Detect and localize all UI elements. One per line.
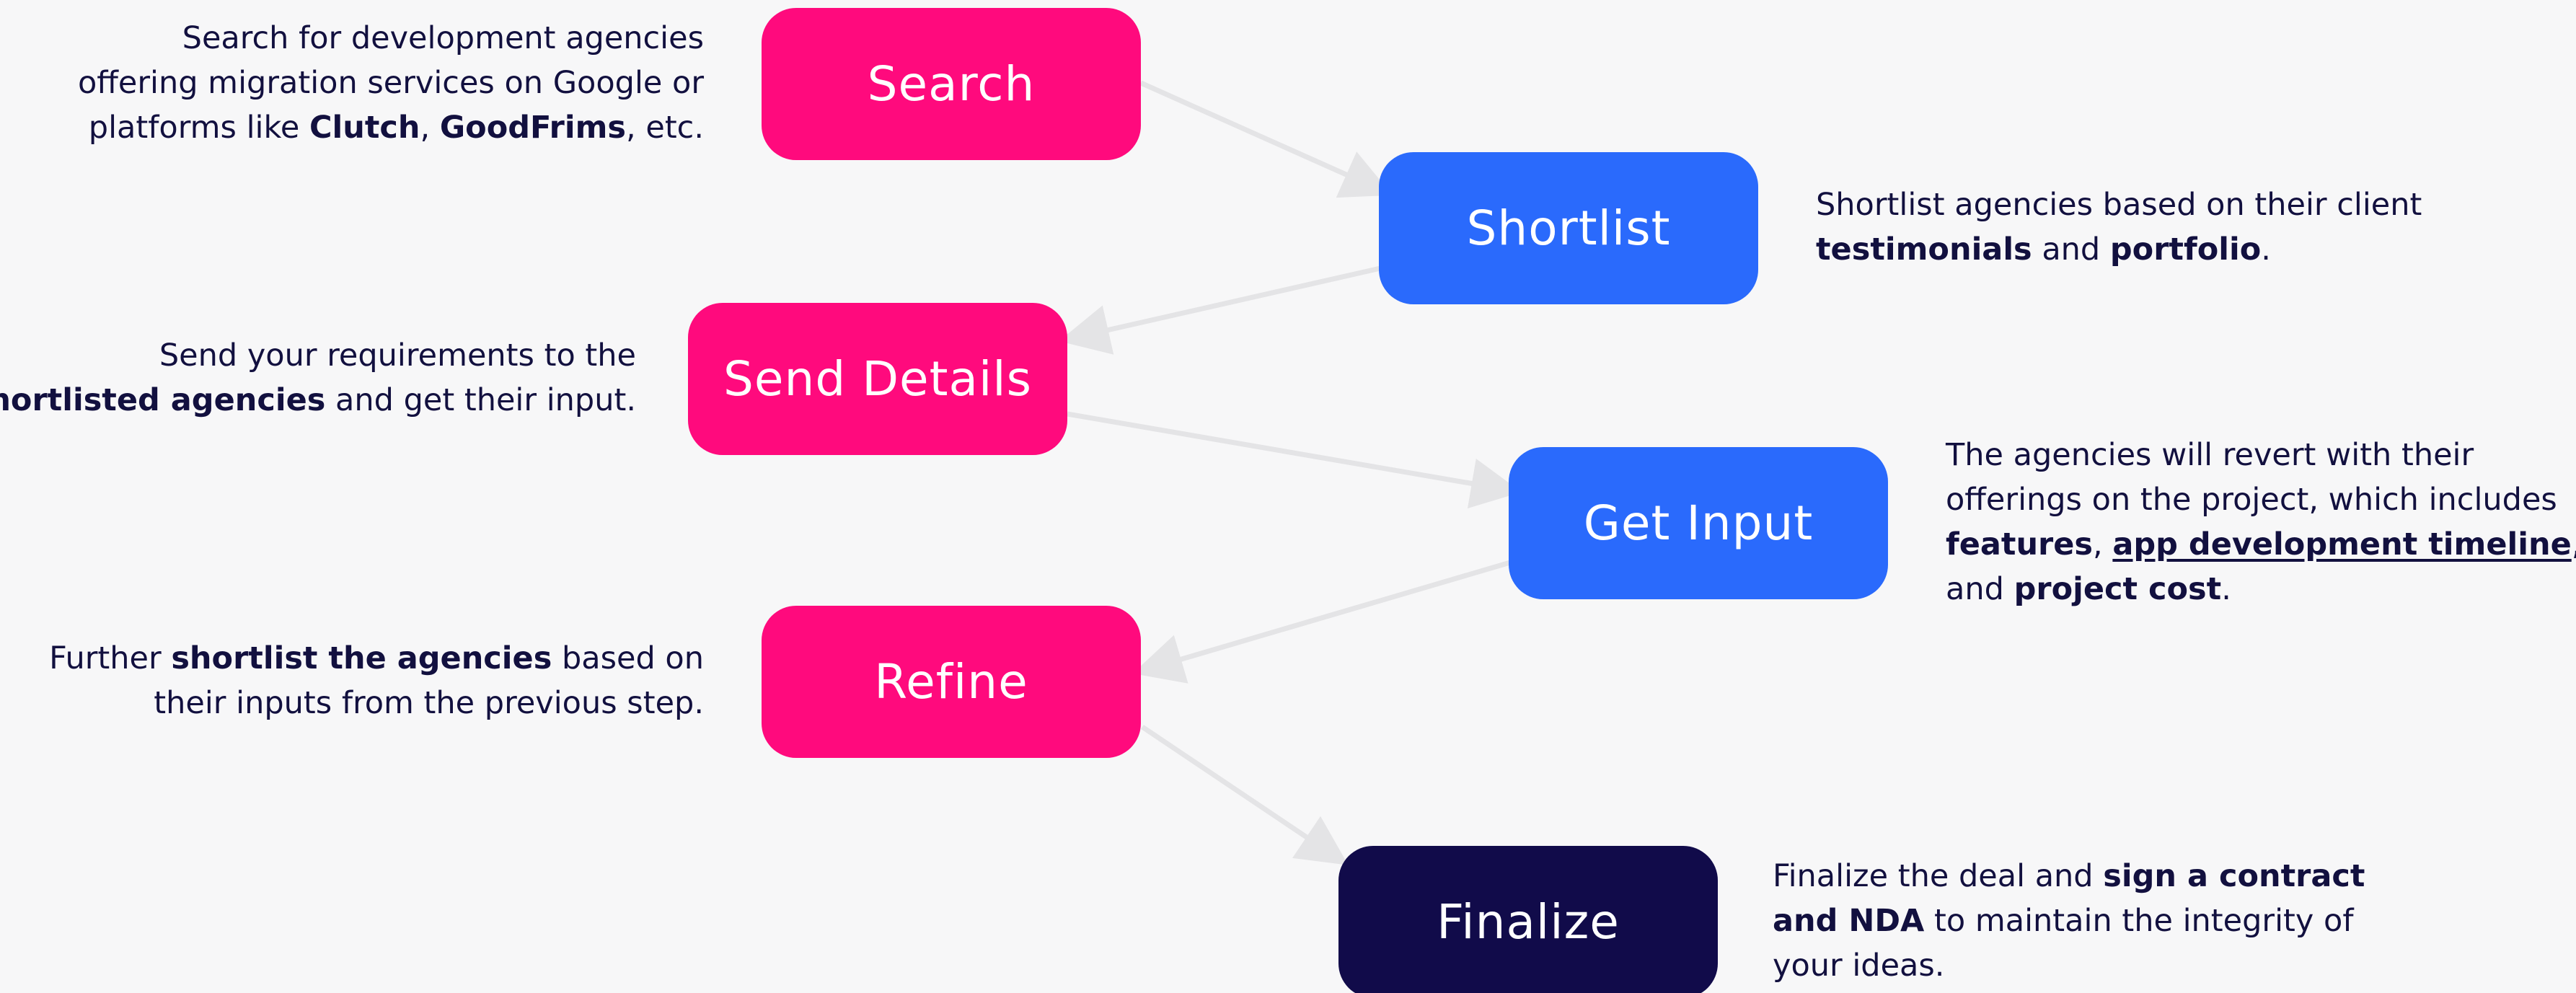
- step-finalize-label: Finalize: [1437, 894, 1620, 950]
- description-finalize-line-3: your ideas.: [1773, 948, 1945, 984]
- description-search-line-2: offering migration services on Google or: [77, 65, 704, 101]
- description-get-input-line-4: and project cost.: [1946, 567, 2576, 612]
- arrow-send-details-to-get-input: [1067, 411, 1522, 508]
- text-comma: ,: [2572, 526, 2576, 562]
- description-shortlist-line-1: Shortlist agencies based on their client: [1816, 187, 2422, 223]
- arrow-search-to-shortlist: [1139, 80, 1393, 198]
- description-get-input: The agencies will revert with their offe…: [1946, 433, 2576, 612]
- link-app-development-timeline[interactable]: app development timeline: [2112, 526, 2571, 562]
- text-platforms-like: platforms like: [88, 110, 309, 146]
- step-send-details-label: Send Details: [723, 351, 1032, 407]
- text-sign-a-contract: sign a contract: [2103, 858, 2365, 894]
- description-search: Search for development agencies offering…: [78, 16, 704, 150]
- text-shortlist-the-agencies: shortlist the agencies: [171, 640, 552, 676]
- description-get-input-line-3: features, app development timeline,: [1946, 522, 2576, 567]
- text-portfolio: portfolio: [2109, 231, 2262, 268]
- text-maintain-integrity: to maintain the integrity of: [1924, 903, 2354, 939]
- description-refine-line-2: their inputs from the previous step.: [154, 685, 704, 721]
- description-finalize-line-2: and NDA to maintain the integrity of: [1773, 899, 2365, 943]
- text-and: and: [2032, 231, 2110, 268]
- text-finalize-the-deal: Finalize the deal and: [1773, 858, 2104, 894]
- description-finalize: Finalize the deal and sign a contract an…: [1773, 854, 2365, 988]
- text-and-nda: and NDA: [1773, 903, 1925, 939]
- description-refine-line-1: Further shortlist the agencies based on: [49, 636, 704, 681]
- text-goodfrims: GoodFrims: [439, 110, 627, 146]
- text-period: .: [2261, 231, 2271, 268]
- description-shortlist-line-2: testimonials and portfolio.: [1816, 227, 2422, 272]
- step-get-input-label: Get Input: [1583, 495, 1814, 551]
- text-clutch: Clutch: [309, 110, 420, 146]
- step-search-label: Search: [867, 56, 1036, 112]
- text-shortlisted-agencies: shortlisted agencies: [0, 382, 326, 418]
- text-separator: ,: [2093, 526, 2113, 562]
- description-finalize-line-1: Finalize the deal and sign a contract: [1773, 854, 2365, 899]
- description-get-input-line-2: offerings on the project, which includes: [1946, 482, 2557, 518]
- description-refine: Further shortlist the agencies based on …: [49, 636, 704, 725]
- description-send-details-line-1: Send your requirements to the: [159, 337, 636, 374]
- step-shortlist: Shortlist: [1379, 152, 1758, 304]
- step-refine-label: Refine: [874, 654, 1028, 710]
- description-send-details-line-2: shortlisted agencies and get their input…: [0, 378, 636, 423]
- description-search-line-1: Search for development agencies: [182, 20, 704, 56]
- text-and: and: [1946, 571, 2014, 607]
- description-shortlist: Shortlist agencies based on their client…: [1816, 182, 2422, 272]
- description-search-line-3: platforms like Clutch, GoodFrims, etc.: [78, 105, 704, 150]
- text-get-input: and get their input.: [325, 382, 636, 418]
- arrow-get-input-to-refine: [1132, 560, 1511, 684]
- text-testimonials: testimonials: [1816, 231, 2032, 268]
- process-diagram: Search Shortlist Send Details Get Input …: [0, 0, 2576, 993]
- text-further: Further: [49, 640, 172, 676]
- step-refine: Refine: [762, 606, 1141, 758]
- text-separator: ,: [420, 110, 440, 146]
- step-shortlist-label: Shortlist: [1466, 200, 1671, 256]
- description-get-input-line-1: The agencies will revert with their: [1946, 437, 2474, 473]
- text-based-on: based on: [552, 640, 704, 676]
- text-etc: , etc.: [626, 110, 704, 146]
- step-finalize: Finalize: [1338, 846, 1718, 993]
- step-get-input: Get Input: [1509, 447, 1888, 599]
- text-features: features: [1946, 526, 2094, 562]
- text-project-cost: project cost: [2013, 571, 2222, 607]
- text-period: .: [2221, 571, 2231, 607]
- description-send-details: Send your requirements to the shortliste…: [0, 333, 636, 423]
- step-search: Search: [762, 8, 1141, 160]
- arrow-refine-to-finalize: [1141, 725, 1349, 865]
- arrow-shortlist-to-send-details: [1059, 265, 1381, 355]
- step-send-details: Send Details: [688, 303, 1067, 455]
